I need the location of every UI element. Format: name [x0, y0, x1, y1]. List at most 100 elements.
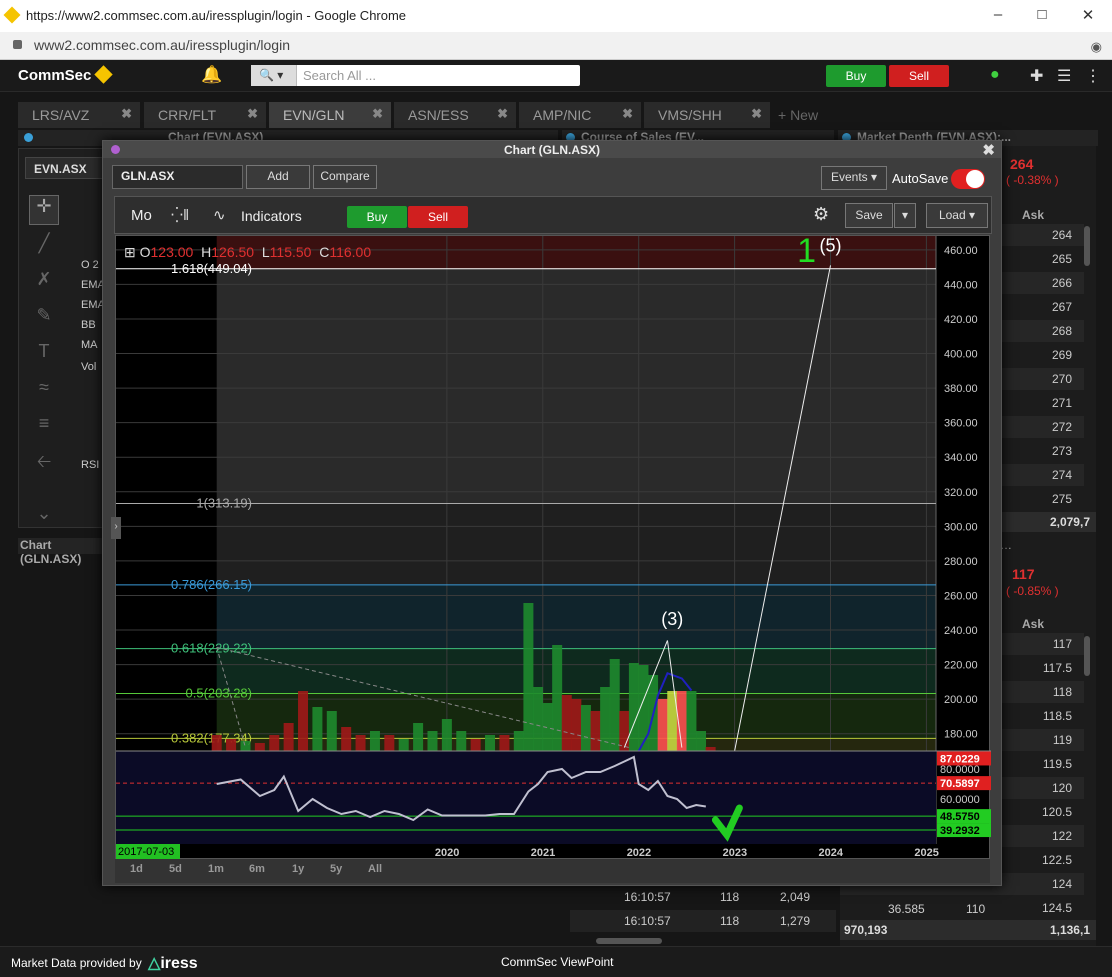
maximize-icon[interactable]: □	[1032, 6, 1052, 26]
fib-level-label: 0.786(266.15)	[171, 577, 252, 592]
chart-plot-area[interactable]: 460.00 440.00 420.00 400.00 380.00 360.00 340.…	[115, 232, 991, 860]
close-icon[interactable]: ✕	[1078, 6, 1098, 26]
y-tick-label: 320.00	[944, 487, 978, 499]
timeframe-all[interactable]: All	[368, 863, 382, 875]
autosave-toggle[interactable]	[951, 169, 985, 189]
chevron-down-icon: ▾	[871, 170, 878, 184]
chart-buy-button[interactable]: Buy	[347, 206, 407, 228]
close-tab-icon[interactable]: ✖	[372, 106, 383, 122]
autosave-label: AutoSave	[892, 171, 949, 186]
search-icon[interactable]: 🔍 ▾	[251, 65, 297, 86]
crosshair-icon[interactable]: ✛	[29, 195, 59, 225]
measure-tool-icon[interactable]: ≡	[29, 413, 59, 443]
tab-evn-gln[interactable]: EVN/GLN ✖	[269, 102, 391, 128]
chart-window-header[interactable]: Chart (GLN.ASX) ✖	[103, 141, 1001, 159]
tab-lrs-avz[interactable]: LRS/AVZ ✖	[18, 102, 140, 128]
depth-last-left: 36.585	[888, 902, 925, 916]
timeframe-1y[interactable]: 1y	[292, 863, 304, 875]
more-icon[interactable]: ⋮	[1085, 66, 1101, 86]
close-tab-icon[interactable]: ✖	[121, 106, 132, 122]
trade-volume: 1,279	[780, 914, 811, 928]
x-tick-label: 2021	[531, 847, 555, 859]
fib-tool-icon[interactable]: ✗	[29, 269, 59, 299]
tab-crr-flt[interactable]: CRR/FLT ✖	[144, 102, 266, 128]
volume-bar	[571, 699, 582, 751]
close-tab-icon[interactable]: ✖	[622, 106, 633, 122]
depth-last-mid: 110	[966, 902, 986, 916]
trade-row: 16:10:57 118 2,049	[570, 886, 836, 908]
ohlc-readout: ⊞ O123.00 H126.50 L115.50 C116.00	[124, 244, 371, 261]
close-tab-icon[interactable]: ✖	[247, 106, 258, 122]
wave-tool-icon[interactable]: ≈	[29, 377, 59, 407]
chart-sell-button[interactable]: Sell	[408, 206, 468, 228]
tab-vms-shh[interactable]: VMS/SHH ✖	[644, 102, 770, 128]
rsi-value-label: 87.0229	[940, 753, 980, 765]
load-dropdown[interactable]: Load ▾	[926, 203, 988, 228]
pen-tool-icon[interactable]: ✎	[29, 305, 59, 335]
symbol-input[interactable]: GLN.ASX	[112, 165, 243, 189]
expand-icon[interactable]: ⊞	[124, 244, 136, 260]
line-tool-icon[interactable]: ╱	[29, 233, 59, 263]
period-selector[interactable]: Mo	[131, 207, 152, 224]
y-tick-label: 220.00	[944, 660, 978, 672]
price-chart[interactable]: 460.00 440.00 420.00 400.00 380.00 360.00 340.…	[116, 232, 991, 860]
menu-icon[interactable]: ☰	[1057, 66, 1071, 86]
side-collapse-icon[interactable]: ›	[111, 517, 121, 539]
indicators-icon[interactable]: ∿	[213, 206, 226, 224]
app-topbar: CommSec 🔔 🔍 ▾ Search All ... Buy Sell ● …	[0, 60, 1112, 92]
scrollbar-horizontal[interactable]	[596, 938, 662, 944]
y-tick-label: 240.00	[944, 625, 978, 637]
indicator-ma: MA	[81, 339, 98, 351]
eye-icon[interactable]: ◉	[1091, 39, 1102, 55]
buy-button[interactable]: Buy	[826, 65, 886, 87]
sell-button[interactable]: Sell	[889, 65, 949, 87]
compare-button[interactable]: Compare	[313, 165, 377, 189]
address-bar[interactable]: www2.commsec.com.au/iressplugin/login ◉	[0, 32, 1112, 60]
add-button[interactable]: Add	[246, 165, 310, 189]
rsi-value-label: 39.2932	[940, 825, 980, 837]
timeframe-5d[interactable]: 5d	[169, 863, 182, 875]
depth-row[interactable]: 124.5	[840, 897, 1084, 919]
close-tab-icon[interactable]: ✖	[497, 106, 508, 122]
search-box[interactable]: 🔍 ▾ Search All ...	[251, 65, 580, 86]
ask-price: 271	[1051, 396, 1072, 410]
timeframe-6m[interactable]: 6m	[249, 863, 265, 875]
tab-amp-nic[interactable]: AMP/NIC ✖	[519, 102, 641, 128]
ohlc-c-label: C	[319, 244, 330, 260]
indicators-button[interactable]: Indicators	[241, 208, 302, 224]
gear-icon[interactable]: ⚙	[813, 204, 829, 225]
fib-level-label: 1.618(449.04)	[171, 261, 252, 276]
save-button[interactable]: Save	[845, 203, 893, 228]
chevron-down-icon[interactable]: ⌄	[29, 503, 59, 533]
tab-asn-ess[interactable]: ASN/ESS ✖	[394, 102, 516, 128]
volume-bar	[456, 731, 467, 751]
close-icon[interactable]: ✖	[982, 141, 995, 159]
timeframe-5y[interactable]: 5y	[330, 863, 342, 875]
volume-bar	[705, 747, 716, 751]
timeframe-1d[interactable]: 1d	[130, 863, 143, 875]
back-arrow-icon[interactable]: 🡠	[29, 449, 59, 479]
ask-price: 118.5	[1042, 709, 1072, 723]
scrollbar-2[interactable]	[1084, 636, 1090, 676]
events-dropdown[interactable]: Events ▾	[821, 166, 887, 190]
candlestick-icon[interactable]: ⁛‖	[171, 206, 189, 224]
add-icon[interactable]: ✚	[1030, 66, 1043, 86]
chevron-down-icon[interactable]: ▾	[894, 203, 916, 228]
fib-level-label: 0.382(177.34)	[171, 730, 252, 745]
bell-icon[interactable]: 🔔	[201, 65, 222, 85]
scrollbar[interactable]	[1084, 226, 1090, 266]
search-input[interactable]: Search All ...	[303, 68, 376, 83]
chart-gln-minimized[interactable]: Chart (GLN.ASX)	[18, 538, 104, 566]
trade-time: 16:10:57	[624, 914, 671, 928]
ask-price: 266	[1051, 276, 1072, 290]
close-tab-icon[interactable]: ✖	[751, 106, 762, 122]
text-tool-icon[interactable]: T	[29, 341, 59, 371]
url-text[interactable]: www2.commsec.com.au/iressplugin/login	[34, 37, 290, 53]
lightbulb-icon[interactable]: ●	[990, 66, 1000, 84]
symbol-field[interactable]: EVN.ASX	[25, 157, 105, 179]
x-tick-label: 2023	[723, 847, 747, 859]
timeframe-1m[interactable]: 1m	[208, 863, 224, 875]
new-tab-button[interactable]: + New	[778, 107, 818, 123]
rsi-value-label: 48.5750	[940, 811, 980, 823]
minimize-icon[interactable]: –	[988, 6, 1008, 26]
